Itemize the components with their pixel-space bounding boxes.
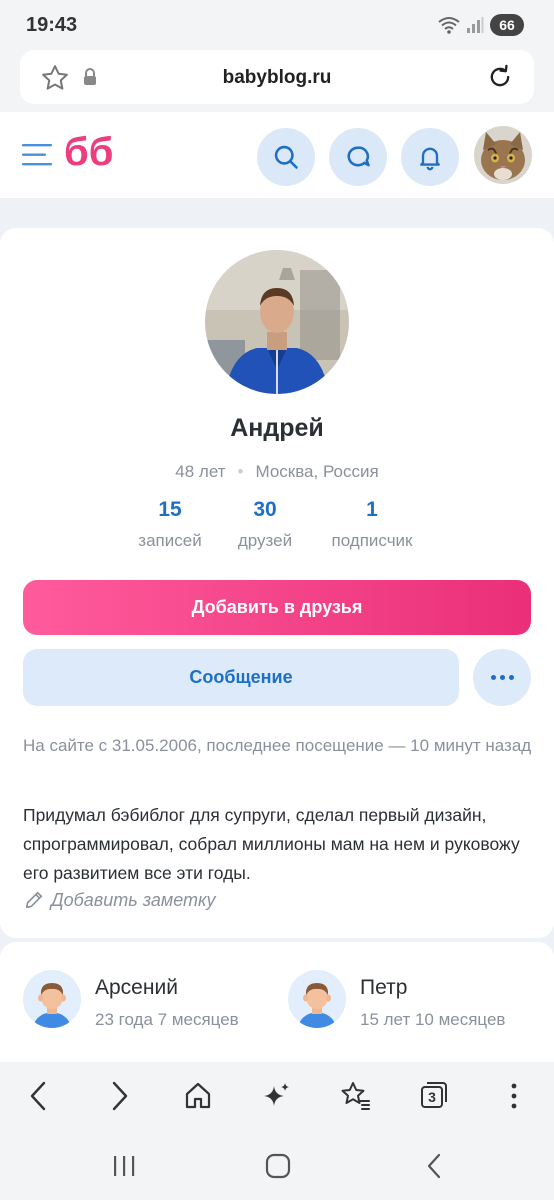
status-bar: 19:43 66 <box>0 0 554 50</box>
user-avatar[interactable] <box>474 126 532 184</box>
menu-icon[interactable] <box>22 142 52 168</box>
home-nav-icon[interactable] <box>264 1152 292 1180</box>
recent-apps-icon[interactable] <box>110 1154 138 1178</box>
child-avatar <box>288 970 346 1028</box>
url-bar[interactable]: babyblog.ru <box>20 50 534 104</box>
sparkle-icon[interactable] <box>262 1080 292 1112</box>
stat-friends[interactable]: 30 друзей <box>220 498 310 551</box>
reload-icon[interactable] <box>486 63 514 91</box>
stat-posts[interactable]: 15 записей <box>120 498 220 551</box>
child-age: 23 года 7 месяцев <box>95 1010 239 1029</box>
profile-bio: Придумал бэбиблог для супруги, сделал пе… <box>23 805 520 883</box>
browser-url-area: babyblog.ru <box>0 50 554 112</box>
forward-icon[interactable] <box>106 1080 132 1112</box>
back-nav-icon[interactable] <box>424 1152 444 1180</box>
add-note-link[interactable]: Добавить заметку <box>23 889 216 911</box>
browser-toolbar: 3 <box>0 1062 554 1130</box>
profile-name: Андрей <box>230 414 324 442</box>
pencil-icon <box>25 891 43 909</box>
message-button[interactable]: Сообщение <box>23 649 459 706</box>
signal-icon <box>467 17 484 33</box>
stat-value: 30 <box>253 498 277 521</box>
more-vertical-icon[interactable] <box>504 1080 524 1112</box>
search-button[interactable] <box>257 128 315 186</box>
bell-icon <box>420 147 440 171</box>
system-nav-bar <box>0 1130 554 1200</box>
stat-value: 1 <box>366 498 378 521</box>
status-time: 19:43 <box>26 14 78 36</box>
stat-label: подписчик <box>331 531 413 550</box>
tabs-count: 3 <box>428 1089 436 1105</box>
home-icon[interactable] <box>183 1080 213 1112</box>
url-text[interactable]: babyblog.ru <box>20 67 534 89</box>
cat-avatar-image <box>474 126 532 184</box>
status-icons: 66 <box>438 14 524 36</box>
stat-subscribers[interactable]: 1 подписчик <box>316 498 428 551</box>
back-icon[interactable] <box>26 1080 52 1112</box>
bookmarks-icon[interactable] <box>339 1080 371 1112</box>
profile-photo[interactable] <box>205 250 349 394</box>
child-avatar <box>23 970 81 1028</box>
more-options-button[interactable] <box>473 649 531 706</box>
child-name: Арсений <box>95 976 178 999</box>
child-age: 15 лет 10 месяцев <box>360 1010 506 1029</box>
stat-value: 15 <box>158 498 182 521</box>
more-dot <box>508 675 514 680</box>
add-friend-button[interactable]: Добавить в друзья <box>23 580 531 635</box>
boy-avatar-icon <box>298 983 336 1028</box>
profile-photo-image <box>205 250 349 394</box>
profile-meta: 48 лет • Москва, Россия <box>0 462 554 482</box>
separator-dot: • <box>237 462 244 481</box>
profile-location: Москва, Россия <box>255 462 379 481</box>
more-dot <box>499 675 505 680</box>
chat-icon <box>347 146 370 167</box>
add-note-label: Добавить заметку <box>51 889 216 910</box>
search-icon <box>274 145 298 169</box>
profile-card: Андрей 48 лет • Москва, Россия 15 записей … <box>0 228 554 938</box>
wifi-icon <box>438 17 460 34</box>
notifications-button[interactable] <box>401 128 459 186</box>
profile-age: 48 лет <box>175 462 226 481</box>
tabs-button[interactable]: 3 <box>420 1081 448 1109</box>
battery-indicator: 66 <box>490 14 524 36</box>
last-visit-text: На сайте с 31.05.2006, последнее посещен… <box>23 736 532 755</box>
child-name: Петр <box>360 976 408 999</box>
children-section: Арсений 23 года 7 месяцев Петр 15 лет 10… <box>0 942 554 1062</box>
more-dot <box>490 675 496 680</box>
stat-label: друзей <box>237 531 293 550</box>
boy-avatar-icon <box>33 983 71 1028</box>
site-logo[interactable]: бб <box>64 130 113 175</box>
messages-button[interactable] <box>329 128 387 186</box>
site-header: бб <box>0 112 554 198</box>
stat-label: записей <box>138 531 202 550</box>
